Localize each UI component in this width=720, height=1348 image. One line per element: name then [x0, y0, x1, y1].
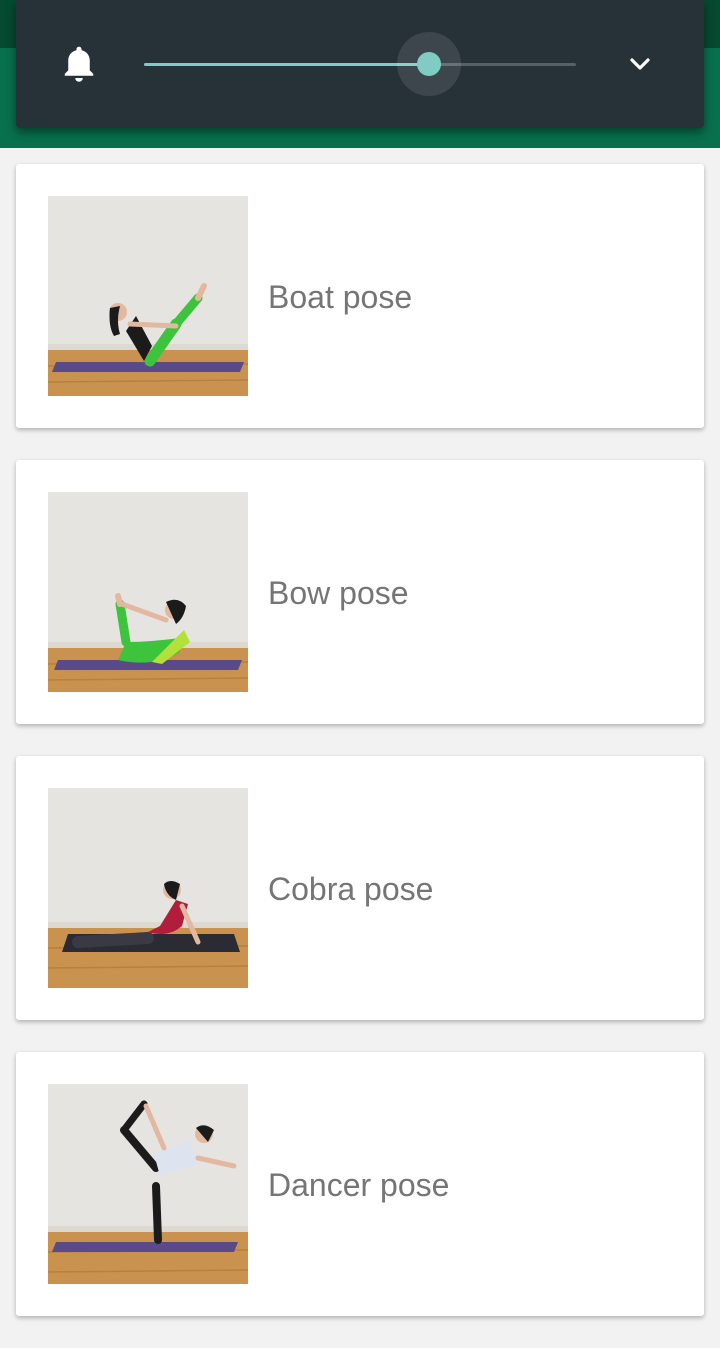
pose-card-boat[interactable]: Boat pose: [16, 164, 704, 428]
pose-name: Bow pose: [268, 575, 409, 611]
pose-thumbnail: [48, 1084, 248, 1284]
pose-name: Cobra pose: [268, 871, 434, 907]
pose-name: Dancer pose: [268, 1167, 450, 1203]
pose-name: Boat pose: [268, 279, 413, 315]
dancer-pose-image: [48, 1084, 248, 1284]
slider-thumb[interactable]: [417, 52, 442, 76]
slider-fill: [144, 63, 430, 66]
chevron-down-icon[interactable]: [622, 50, 658, 80]
pose-thumbnail: [48, 788, 248, 988]
pose-thumbnail: [48, 196, 248, 396]
pose-thumbnail: [48, 492, 248, 692]
pose-card-cobra[interactable]: Cobra pose: [16, 756, 704, 1020]
boat-pose-image: [48, 196, 248, 396]
bell-icon[interactable]: [60, 44, 98, 86]
pose-list: Boat pose Bow pose Cobra pose Dancer pos…: [0, 164, 720, 1348]
cobra-pose-image: [48, 788, 248, 988]
pose-card-bow[interactable]: Bow pose: [16, 460, 704, 724]
volume-panel: [16, 0, 704, 128]
pose-card-dancer[interactable]: Dancer pose: [16, 1052, 704, 1316]
bow-pose-image: [48, 492, 248, 692]
volume-slider[interactable]: [144, 32, 576, 96]
